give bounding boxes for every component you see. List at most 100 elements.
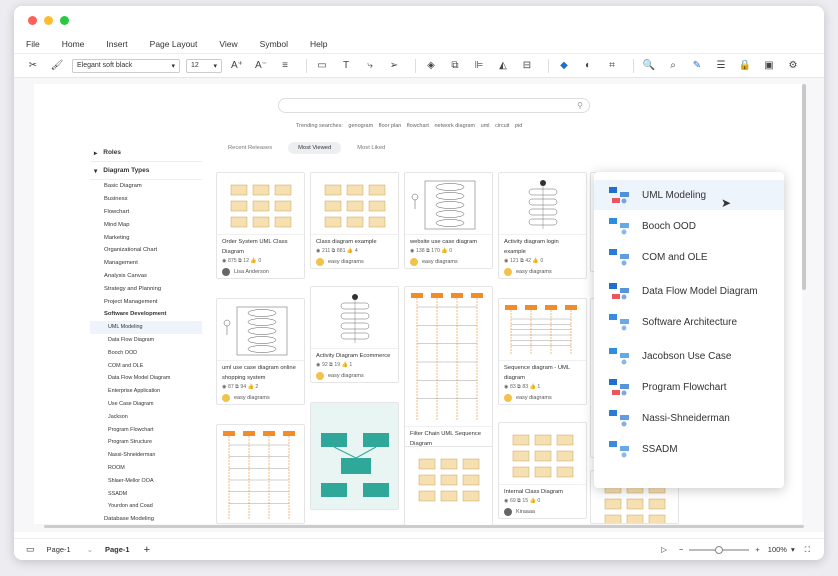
trending-link[interactable]: flowchart [407,123,429,129]
roles-section[interactable]: ▸ Roles [90,144,202,162]
template-author[interactable]: easy diagrams [311,370,398,382]
sidebar-subitem[interactable]: Nassi-Shneiderman [90,449,202,462]
sidebar-subitem[interactable]: Program Flowchart [90,423,202,436]
template-card[interactable]: Internal Class Diagram ◉ 69 ⧉ 15 👍 0 Kiraa… [498,422,587,519]
trending-link[interactable]: genogram [348,123,373,129]
template-card[interactable]: Class diagram example ◉ 211 ⧉ 881 👍 4 easy… [310,172,399,269]
chevron-down-icon[interactable]: ⌄ [87,545,93,554]
search-icon[interactable]: 🔍 [640,58,658,74]
shape-style-icon[interactable]: ◐ [579,58,597,74]
fullscreen-icon[interactable]: ⛶ [805,545,810,555]
template-thumbnail[interactable] [499,423,586,485]
more-tools-icon[interactable]: ⚙ [784,58,802,74]
trending-link[interactable]: pid [515,123,522,129]
sidebar-item[interactable]: Business [90,193,202,206]
template-card[interactable] [310,402,399,510]
sidebar-subitem[interactable]: SSADM [90,487,202,500]
sidebar-subitem[interactable]: Data Flow Diagram [90,334,202,347]
template-thumbnail[interactable] [405,287,492,427]
template-title[interactable]: Order System UML Class Diagram [217,235,304,257]
sidebar-item[interactable]: Project Management [90,295,202,308]
zoom-slider[interactable] [689,545,750,554]
sidebar-item[interactable]: Marketing [90,231,202,244]
find-replace-icon[interactable]: ⌕ [664,58,682,74]
template-thumbnail[interactable] [311,403,399,510]
tab-recent-releases[interactable]: Recent Releases [218,142,282,154]
sidebar-subitem[interactable]: Jackson [90,410,202,423]
template-author[interactable]: easy diagrams [499,266,586,278]
align-icon[interactable]: ≡ [276,58,294,74]
menu-page-layout[interactable]: Page Layout [150,39,198,49]
font-family-select[interactable]: Elegant soft black ▾ [72,58,180,73]
play-icon[interactable]: ▷ [661,545,667,554]
dropdown-item-nassi-shneiderman[interactable]: Nassi-Shneiderman [594,403,784,433]
font-size-select[interactable]: 12 ▾ [186,58,222,73]
lock-icon[interactable]: 🔒 [736,58,754,74]
sidebar-item[interactable]: Flowchart [90,206,202,219]
cut-icon[interactable]: ✂ [24,58,42,74]
template-title[interactable]: uml use case diagram online shopping sys… [217,361,304,383]
template-author[interactable]: easy diagrams [405,256,492,268]
sidebar-subitem[interactable]: Booch OOD [90,346,202,359]
sidebar-subitem[interactable]: COM and OLE [90,359,202,372]
template-author[interactable]: Lisa Anderson [217,266,304,278]
text-icon[interactable]: T [337,58,355,74]
sidebar-item[interactable]: Basic Diagram [90,180,202,193]
sidebar-subitem[interactable]: Shlaer-Mellor OOA [90,474,202,487]
zoom-level[interactable]: 100% [768,545,787,554]
template-title[interactable]: Class diagram example [311,235,398,247]
trending-link[interactable]: network diagram [434,123,475,129]
dropdown-item-uml-modeling[interactable]: UML Modeling [594,180,784,210]
sidebar-subitem[interactable]: Use Case Diagram [90,398,202,411]
menu-view[interactable]: View [219,39,237,49]
template-thumbnail[interactable] [217,173,304,235]
line-style-icon[interactable]: ☰ [712,58,730,74]
template-author[interactable]: Kiraaaa [499,506,586,518]
template-card[interactable]: Filter Chain UML Sequence Diagram◉ 88 ⧉ … [404,286,493,471]
template-card[interactable]: Activity diagram login example ◉ 121 ⧉ 42… [498,172,587,279]
sidebar-subitem[interactable]: Program Structure [90,436,202,449]
sidebar-item[interactable]: Analysis Canvas [90,270,202,283]
dropdown-item-jacobson-use-case[interactable]: Jacobson Use Case [594,341,784,371]
template-author[interactable]: easy diagrams [499,392,586,404]
dropdown-item-com-and-ole[interactable]: COM and OLE [594,242,784,272]
template-title[interactable]: website use case diagram [405,235,492,247]
frame-icon[interactable]: ▣ [760,58,778,74]
diagram-types-section[interactable]: ▾ Diagram Types [90,162,202,180]
sidebar-subitem[interactable]: Enterprise Application [90,385,202,398]
align-objects-icon[interactable]: ⊫ [470,58,488,74]
page-selector[interactable]: Page-1 [47,545,71,554]
sidebar-subitem[interactable]: Yourdon and Coad [90,500,202,513]
vertical-scrollbar[interactable] [802,84,806,290]
trending-link[interactable]: circuit [495,123,509,129]
template-title[interactable]: Sequence diagram - UML diagram [499,361,586,383]
fill-color-icon[interactable]: ◆ [555,58,573,74]
sidebar-subitem[interactable]: ROOM [90,462,202,475]
pointer-icon[interactable]: ➢ [385,58,403,74]
dropdown-item-ssadm[interactable]: SSADM [594,434,784,464]
template-card[interactable]: Order System UML Class Diagram ◉ 875 ⧉ 12… [216,172,305,279]
trending-link[interactable]: uml [481,123,490,129]
maximize-window-button[interactable] [60,16,69,25]
template-thumbnail[interactable] [499,173,586,235]
template-author[interactable]: easy diagrams [311,256,398,268]
sidebar-item[interactable]: Strategy and Planning [90,282,202,295]
menu-help[interactable]: Help [310,39,327,49]
template-card[interactable]: Sequence diagram - UML diagram ◉ 83 ⧉ 83 … [498,298,587,405]
page-tab-active[interactable]: Page-1 [105,545,130,554]
template-thumbnail[interactable] [499,299,586,361]
add-page-icon[interactable]: + [144,544,150,556]
template-card[interactable]: uml use case diagram online shopping sys… [216,298,305,405]
template-title[interactable]: Activity Diagram Ecommerce [311,349,398,361]
sidebar-item[interactable]: Database Modeling [90,513,202,526]
menu-symbol[interactable]: Symbol [260,39,288,49]
menu-file[interactable]: File [26,39,40,49]
trending-link[interactable]: floor plan [379,123,402,129]
format-painter-icon[interactable]: 🖌 [48,58,66,74]
page-panel-icon[interactable]: ▭ [26,544,35,555]
template-thumbnail[interactable] [311,287,398,349]
zoom-slider-handle[interactable] [715,545,724,554]
minimize-window-button[interactable] [44,16,53,25]
template-card[interactable]: Activity Diagram Ecommerce ◉ 92 ⧉ 19 👍 1 e… [310,286,399,383]
template-author[interactable]: easy diagrams [217,392,304,404]
